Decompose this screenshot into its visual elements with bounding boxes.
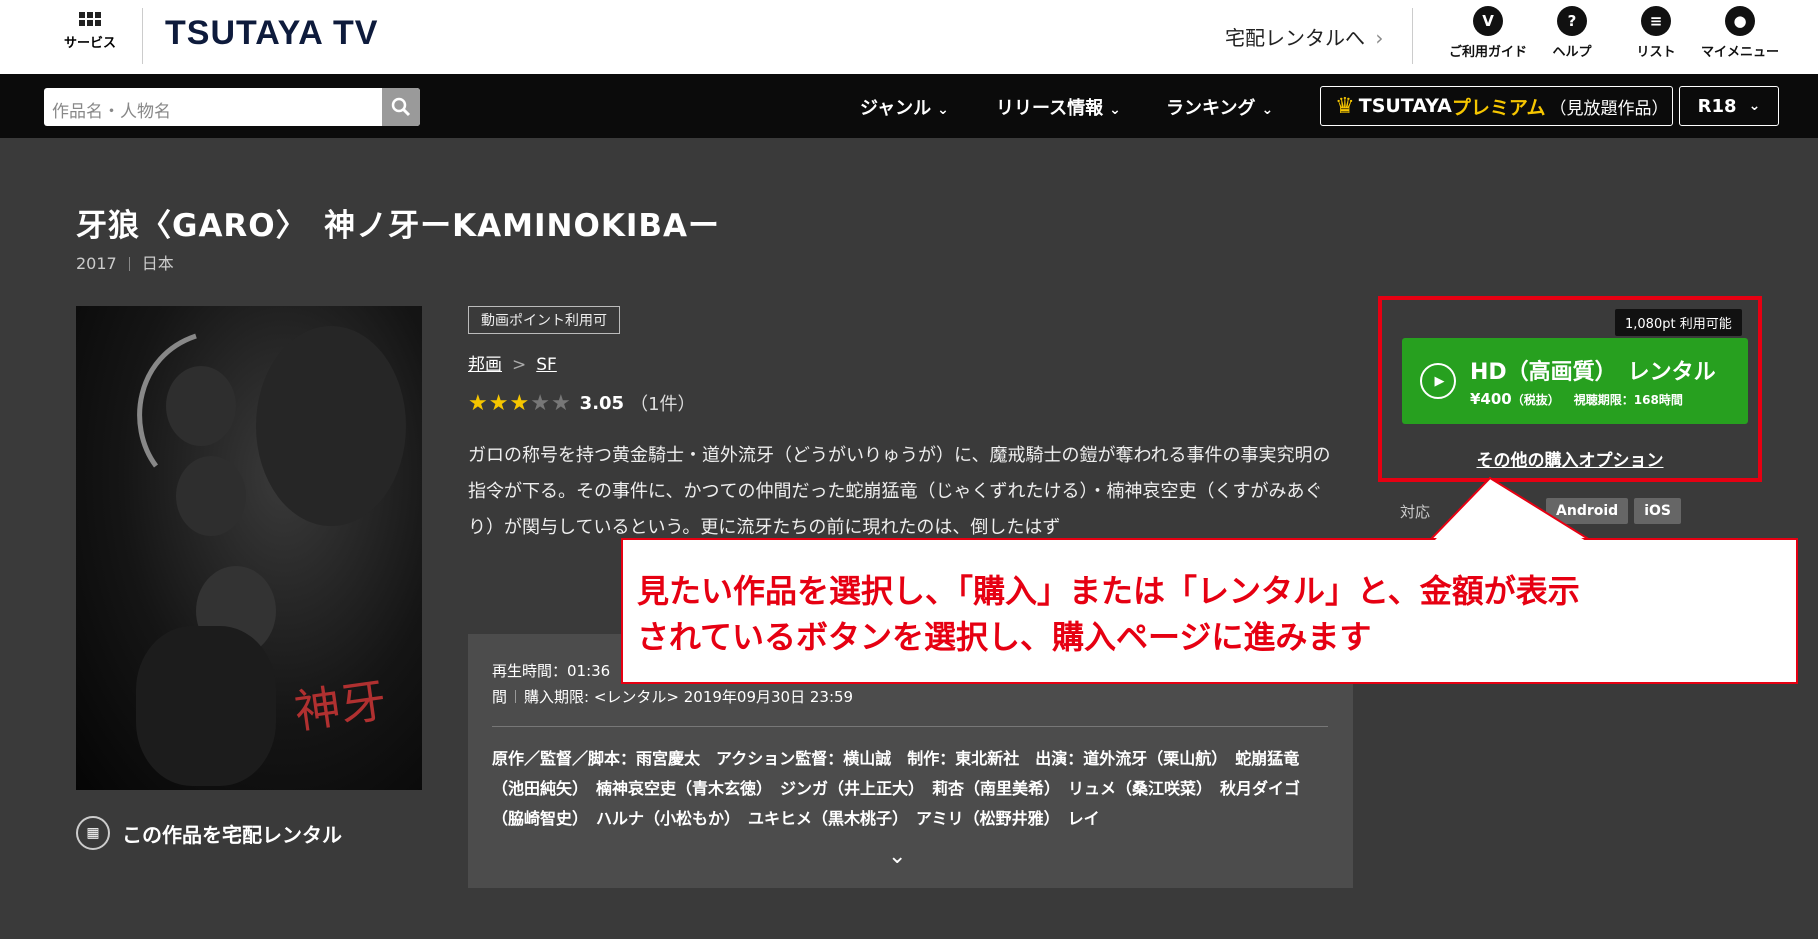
header-icon-group: V ご利用ガイド ? ヘルプ ≡ リスト ● マイメニュー: [1446, 6, 1782, 60]
guide-button[interactable]: V ご利用ガイド: [1446, 6, 1530, 60]
runtime: 再生時間：01:36: [492, 662, 611, 680]
mymenu-label: マイメニュー: [1700, 45, 1779, 60]
hd-rental-button[interactable]: ▶ HD（高画質） レンタル ¥400（税抜） 視聴期限：168時間: [1402, 338, 1748, 424]
rating-count: （1件）: [630, 394, 696, 415]
list-button[interactable]: ≡ リスト: [1614, 6, 1698, 60]
home-rental-label: この作品を宅配レンタル: [122, 822, 342, 847]
callout-box: 見たい作品を選択し、「購入」または「レンタル」と、金額が表示 されているボタンを…: [621, 538, 1798, 684]
divider: [128, 257, 130, 271]
callout-line-1: 見たい作品を選択し、「購入」または「レンタル」と、金額が表示: [637, 572, 1580, 610]
nav-bar: 作品名・人物名 ジャンル ⌄ リリース情報 ⌄ ランキング ⌄ ♛ TSUTAYA プ…: [0, 74, 1818, 138]
guide-icon: V: [1473, 6, 1503, 36]
work-year: 2017: [76, 254, 117, 273]
nav-release-label: リリース情報: [996, 98, 1104, 119]
rating-score: 3.05: [579, 392, 625, 414]
star-icon: ★: [488, 390, 509, 416]
chevron-down-icon: ⌄: [1748, 98, 1761, 114]
nav-genre-label: ジャンル: [860, 98, 932, 119]
guide-label: ご利用ガイド: [1448, 45, 1527, 60]
divider: [515, 690, 517, 703]
other-purchase-options-link[interactable]: その他の購入オプション: [1382, 446, 1758, 471]
help-button[interactable]: ? ヘルプ: [1530, 6, 1614, 60]
list-label: リスト: [1636, 45, 1676, 60]
help-label: ヘルプ: [1552, 45, 1592, 60]
divider: [492, 726, 1328, 727]
viewing-limit: 視聴期限：168時間: [1573, 393, 1683, 407]
supported-devices: 対応 Android iOS: [1400, 498, 1681, 524]
chevron-down-icon: ⌄: [1261, 102, 1274, 118]
device-tag-ios: iOS: [1634, 498, 1681, 524]
poster-image: 神牙: [76, 306, 422, 790]
points-badge: 1,080pt 利用可能: [1615, 309, 1742, 336]
credits: 原作／監督／脚本：雨宮慶太 アクション監督：横山誠 制作：東北新社 出演：道外流…: [492, 749, 1301, 828]
r18-dropdown[interactable]: R18 ⌄: [1679, 86, 1779, 126]
home-rental-button[interactable]: ▦ この作品を宅配レンタル: [76, 816, 342, 850]
devices-label: 対応: [1400, 502, 1431, 521]
list-icon: ≡: [1641, 6, 1671, 36]
divider: [1412, 8, 1413, 64]
hd-rental-title: HD（高画質） レンタル: [1470, 360, 1716, 385]
video-point-badge: 動画ポイント利用可: [468, 306, 620, 334]
services-menu[interactable]: サービス: [60, 12, 120, 51]
callout-line-2: されているボタンを選択し、購入ページに進みます: [637, 618, 1372, 656]
breadcrumb: 邦画 > SF: [468, 350, 557, 375]
synopsis: ガロの称号を持つ黄金騎士・道外流牙（どうがいりゅうが）に、魔戒騎士の鎧が奪われる…: [468, 445, 1331, 538]
breadcrumb-genre[interactable]: 邦画: [468, 355, 502, 375]
services-label: サービス: [63, 36, 116, 51]
star-icon: ★: [530, 390, 550, 416]
star-icon: ★: [468, 390, 488, 416]
poster-calligraphy: 神牙: [291, 672, 390, 740]
search-icon: [391, 97, 411, 117]
tsutaya-tv-logo[interactable]: TSUTAYA TV: [165, 14, 378, 53]
bow-weapon-shape: [137, 333, 197, 468]
device-tag-android: Android: [1546, 498, 1629, 524]
price: ¥400: [1470, 390, 1512, 408]
home-rental-link[interactable]: 宅配レンタルへ ›: [1225, 22, 1383, 51]
chevron-right-icon: >: [512, 355, 527, 375]
grid-icon: [79, 12, 101, 26]
home-rental-link-label: 宅配レンタルへ: [1225, 26, 1365, 50]
help-icon: ?: [1557, 6, 1587, 36]
work-meta: 2017 日本: [76, 250, 174, 274]
nav-ranking-label: ランキング: [1166, 98, 1256, 119]
play-icon: ▶: [1420, 363, 1456, 399]
chevron-right-icon: ›: [1375, 26, 1384, 50]
search-box[interactable]: 作品名・人物名: [44, 88, 420, 126]
tax-note: （税抜）: [1511, 393, 1560, 407]
building-icon: ▦: [76, 816, 110, 850]
r18-label: R18: [1697, 95, 1737, 117]
purchase-panel: 1,080pt 利用可能 ▶ HD（高画質） レンタル ¥400（税抜） 視聴期限…: [1378, 296, 1762, 482]
nav-ranking[interactable]: ランキング ⌄: [1166, 94, 1273, 120]
rating: ★★★★★ 3.05 （1件）: [468, 390, 696, 416]
period-text: 購入期限: <レンタル> 2019年09月30日 23:59: [524, 688, 854, 706]
expand-chevron-icon[interactable]: ⌄: [888, 844, 906, 869]
search-input[interactable]: 作品名・人物名: [52, 97, 171, 122]
divider: [142, 8, 143, 64]
page-title: 牙狼〈GARO〉 神ノ牙ーKAMINOKIBAー: [76, 208, 721, 244]
breadcrumb-subgenre[interactable]: SF: [536, 355, 557, 375]
premium-note: （見放題作品）: [1549, 98, 1669, 119]
nav-release[interactable]: リリース情報 ⌄: [996, 94, 1121, 120]
star-icon: ★: [509, 390, 530, 416]
top-header: サービス TSUTAYA TV 宅配レンタルへ › V ご利用ガイド ? ヘルプ…: [0, 0, 1818, 74]
premium-accent: プレミアム: [1451, 96, 1546, 119]
chevron-down-icon: ⌄: [937, 102, 949, 118]
mymenu-button[interactable]: ● マイメニュー: [1698, 6, 1782, 60]
work-country: 日本: [141, 254, 174, 273]
hd-rental-price: ¥400（税抜） 視聴期限：168時間: [1470, 390, 1683, 408]
star-rating-icon: ★★★★★: [468, 391, 572, 416]
chevron-down-icon: ⌄: [1109, 102, 1121, 118]
search-button[interactable]: [382, 88, 420, 126]
period-prefix: 間: [492, 688, 508, 706]
premium-button[interactable]: ♛ TSUTAYA プレミアム （見放題作品）: [1320, 86, 1673, 126]
nav-genre[interactable]: ジャンル ⌄: [860, 94, 949, 120]
star-icon: ★: [550, 390, 571, 416]
mymenu-icon: ●: [1725, 6, 1755, 36]
purchase-period: 間購入期限: <レンタル> 2019年09月30日 23:59: [492, 686, 853, 707]
premium-crown-icon: ♛: [1335, 93, 1355, 119]
premium-brand: TSUTAYA: [1358, 95, 1452, 117]
